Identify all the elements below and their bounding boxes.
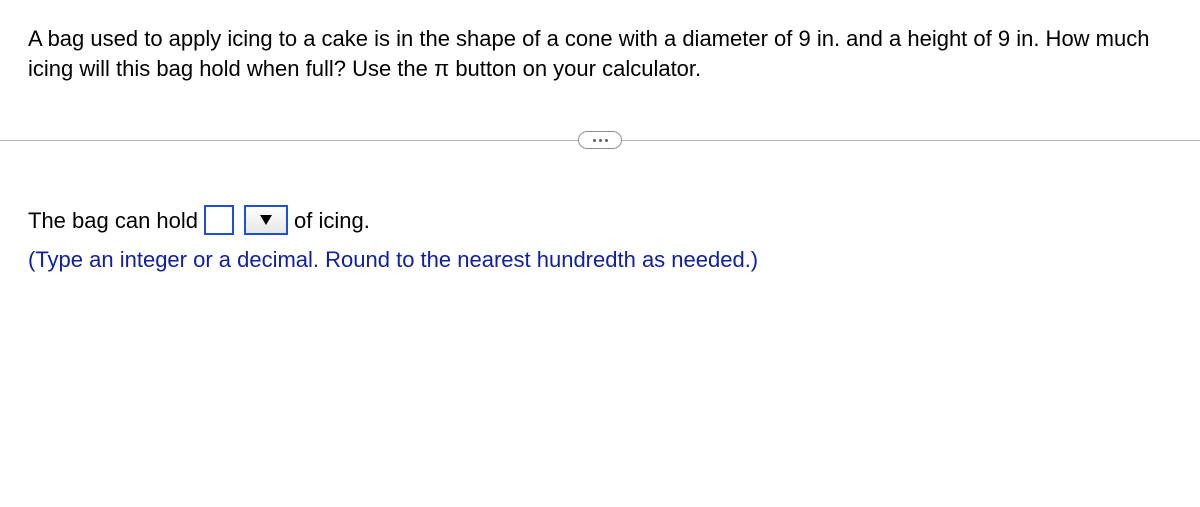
question-text: A bag used to apply icing to a cake is i… <box>28 24 1172 83</box>
question-part-2: button on your calculator. <box>449 56 701 81</box>
unit-dropdown[interactable] <box>244 205 288 235</box>
ellipsis-icon <box>605 139 608 142</box>
answer-prefix: The bag can hold <box>28 206 198 236</box>
chevron-down-icon <box>259 214 273 226</box>
ellipsis-icon <box>599 139 602 142</box>
pi-symbol: π <box>434 56 449 81</box>
section-divider <box>0 131 1200 149</box>
divider-expand-button[interactable] <box>578 131 622 149</box>
ellipsis-icon <box>593 139 596 142</box>
answer-hint: (Type an integer or a decimal. Round to … <box>28 245 1172 275</box>
answer-input[interactable] <box>204 205 234 235</box>
answer-suffix: of icing. <box>294 206 370 236</box>
answer-sentence: The bag can hold of icing. <box>28 205 1172 235</box>
